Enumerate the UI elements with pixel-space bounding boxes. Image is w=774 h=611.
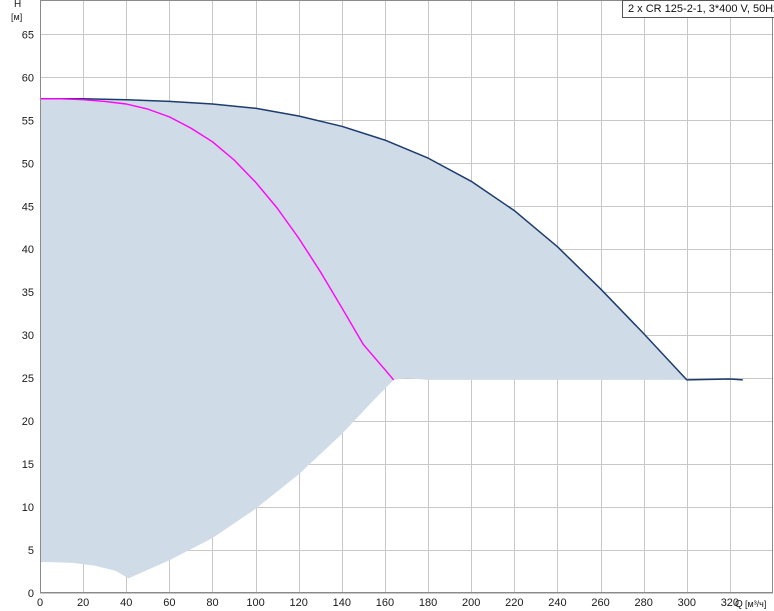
x-axis-title: Q: [735, 599, 743, 610]
x-tick-label: 40: [120, 597, 132, 609]
y-tick-label: 55: [22, 115, 34, 127]
pump-curve-chart: 0 20 40 60 80 100 120 140 160 180 200 220 240 260 280 3…: [11, 0, 773, 610]
y-tick-label: 5: [28, 545, 34, 557]
x-tick-label: 100: [246, 597, 264, 609]
x-tick-label: 20: [77, 597, 89, 609]
y-tick-label: 40: [22, 244, 34, 256]
x-tick-label: 60: [163, 597, 175, 609]
y-tick-label: 20: [22, 416, 34, 428]
x-tick-label: 180: [419, 597, 437, 609]
x-tick-label: 200: [462, 597, 480, 609]
y-tick-label: 0: [28, 588, 34, 600]
x-tick-label: 300: [678, 597, 696, 609]
y-tick-label: 25: [22, 373, 34, 385]
y-axis-title: H: [14, 0, 21, 10]
x-tick-label: 260: [591, 597, 609, 609]
y-tick-label: 15: [22, 459, 34, 471]
x-axis-unit: [м³/ч]: [745, 599, 766, 609]
x-tick-label: 280: [634, 597, 652, 609]
x-tick-label: 80: [206, 597, 218, 609]
x-tick-label: 120: [290, 597, 308, 609]
x-tick-label: 160: [376, 597, 394, 609]
y-axis-unit: [м]: [11, 12, 22, 22]
y-tick-label: 30: [22, 330, 34, 342]
x-tick-label: 240: [548, 597, 566, 609]
y-tick-label: 10: [22, 502, 34, 514]
chart-legend-title: 2 x CR 125-2-1, 3*400 V, 50Hz: [622, 0, 774, 18]
y-tick-label: 60: [22, 72, 34, 84]
x-tick-label: 220: [505, 597, 523, 609]
y-tick-label: 50: [22, 158, 34, 170]
y-tick-label: 65: [22, 29, 34, 41]
x-tick-label: 0: [37, 597, 43, 609]
y-tick-label: 45: [22, 201, 34, 213]
y-tick-label: 35: [22, 287, 34, 299]
x-tick-label: 140: [333, 597, 351, 609]
